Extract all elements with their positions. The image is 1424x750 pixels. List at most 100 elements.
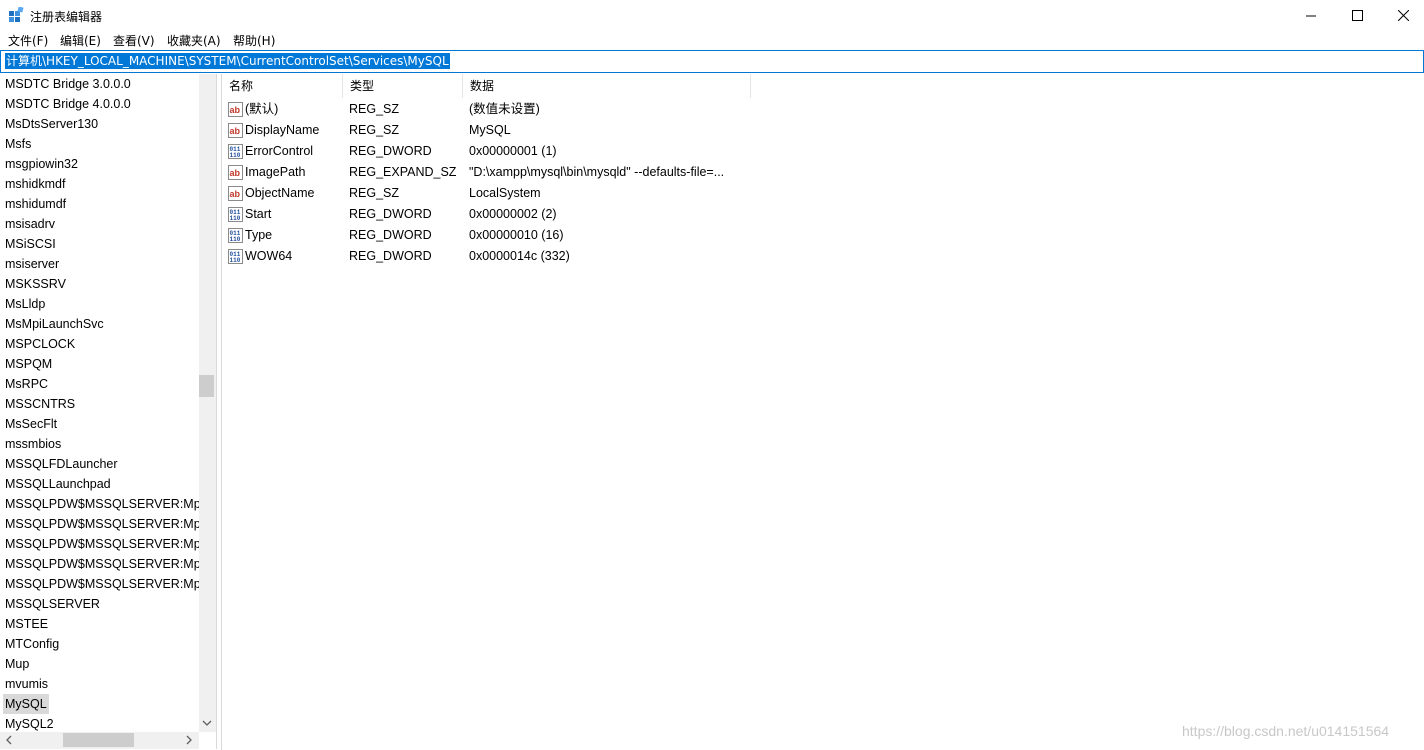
svg-text:110: 110 <box>230 215 241 222</box>
tree-item[interactable]: Mup <box>3 654 31 674</box>
tree-item[interactable]: msiserver <box>3 254 61 274</box>
tree-item[interactable]: MSKSSRV <box>3 274 68 294</box>
column-header-type[interactable]: 类型 <box>343 74 463 98</box>
value-type: REG_DWORD <box>349 207 432 221</box>
tree-item[interactable]: mshidumdf <box>3 194 68 214</box>
column-header-name[interactable]: 名称 <box>222 74 343 98</box>
value-row[interactable]: 011 110 Type REG_DWORD 0x00000010 (16) <box>222 225 822 246</box>
tree-item[interactable]: MSTEE <box>3 614 50 634</box>
value-type: REG_EXPAND_SZ <box>349 165 457 179</box>
tree-item[interactable]: MSPCLOCK <box>3 334 77 354</box>
address-bar[interactable]: 计算机\HKEY_LOCAL_MACHINE\SYSTEM\CurrentCon… <box>0 50 1424 73</box>
tree-item[interactable]: MTConfig <box>3 634 61 654</box>
menu-favorites[interactable]: 收藏夹(A) <box>167 32 221 49</box>
value-row[interactable]: 011 110 Start REG_DWORD 0x00000002 (2) <box>222 204 822 225</box>
regedit-app-icon <box>9 7 24 22</box>
value-type: REG_DWORD <box>349 228 432 242</box>
value-data: MySQL <box>469 123 511 137</box>
key-tree-panel: MSDTC Bridge 3.0.0.0 MSDTC Bridge 4.0.0.0… <box>0 74 217 749</box>
tree-item[interactable]: MSDTC Bridge 3.0.0.0 <box>3 74 133 94</box>
value-row[interactable]: ab ObjectName REG_SZ LocalSystem <box>222 183 822 204</box>
string-value-icon: ab <box>228 102 243 117</box>
tree-item[interactable]: msgpiowin32 <box>3 154 80 174</box>
tree-item[interactable]: Msfs <box>3 134 33 154</box>
value-name: ImagePath <box>245 165 306 179</box>
svg-text:ab: ab <box>230 168 241 178</box>
tree-item[interactable]: MSSQLPDW$MSSQLSERVER:Mpp <box>3 534 199 554</box>
svg-text:ab: ab <box>230 189 241 199</box>
scroll-down-arrow-icon[interactable] <box>201 717 213 729</box>
value-data: 0x00000010 (16) <box>469 228 564 242</box>
value-type: REG_SZ <box>349 123 400 137</box>
tree-item[interactable]: MSSQLPDW$MSSQLSERVER:Mpp <box>3 514 199 534</box>
tree-item[interactable]: MsMpiLaunchSvc <box>3 314 106 334</box>
scroll-right-arrow-icon[interactable] <box>183 734 195 746</box>
tree-item[interactable]: mvumis <box>3 674 50 694</box>
tree-horizontal-scroll-thumb[interactable] <box>63 733 134 747</box>
tree-horizontal-scrollbar[interactable] <box>0 732 199 749</box>
value-data: 0x00000002 (2) <box>469 207 557 221</box>
key-tree: MSDTC Bridge 3.0.0.0 MSDTC Bridge 4.0.0.0… <box>0 74 199 732</box>
tree-vertical-scrollbar[interactable] <box>199 74 216 732</box>
tree-item[interactable]: MSSQLFDLauncher <box>3 454 120 474</box>
tree-item[interactable]: MsSecFlt <box>3 414 59 434</box>
maximize-button[interactable] <box>1334 0 1380 30</box>
tree-item[interactable]: MySQL2 <box>3 714 56 732</box>
value-row[interactable]: 011 110 WOW64 REG_DWORD 0x0000014c (332) <box>222 246 822 267</box>
value-name: ObjectName <box>245 186 315 200</box>
tree-item[interactable]: MSDTC Bridge 4.0.0.0 <box>3 94 133 114</box>
scroll-left-arrow-icon[interactable] <box>3 734 15 746</box>
value-data: "D:\xampp\mysql\bin\mysqld" --defaults-f… <box>469 165 725 179</box>
value-name: DisplayName <box>245 123 320 137</box>
menu-view[interactable]: 查看(V) <box>113 32 155 49</box>
close-button[interactable] <box>1380 0 1424 30</box>
value-data: (数值未设置) <box>469 102 540 116</box>
tree-item[interactable]: MySQL <box>3 694 49 714</box>
tree-item[interactable]: msisadrv <box>3 214 57 234</box>
menu-edit[interactable]: 编辑(E) <box>60 32 101 49</box>
values-panel: 名称 类型 数据 ab (默认) REG_SZ (数值未设置) ab DisplayNam… <box>221 74 1424 750</box>
close-icon <box>1397 9 1409 21</box>
menu-help[interactable]: 帮助(H) <box>233 32 275 49</box>
value-row[interactable]: 011 110 ErrorControl REG_DWORD 0x00000001 (1… <box>222 141 822 162</box>
window-title: 注册表编辑器 <box>30 10 103 24</box>
svg-text:110: 110 <box>230 236 241 243</box>
minimize-button[interactable] <box>1288 0 1334 30</box>
string-value-icon: ab <box>228 186 243 201</box>
tree-item[interactable]: MsLldp <box>3 294 47 314</box>
menu-file[interactable]: 文件(F) <box>8 32 48 49</box>
tree-item[interactable]: MsRPC <box>3 374 50 394</box>
value-type: REG_SZ <box>349 186 400 200</box>
value-row[interactable]: ab ImagePath REG_EXPAND_SZ "D:\xampp\mysql\… <box>222 162 822 183</box>
svg-text:110: 110 <box>230 152 241 159</box>
value-row[interactable]: ab (默认) REG_SZ (数值未设置) <box>222 99 822 120</box>
tree-item[interactable]: mshidkmdf <box>3 174 67 194</box>
tree-item[interactable]: MSSQLPDW$MSSQLSERVER:Mpp <box>3 494 199 514</box>
tree-item[interactable]: MSSQLSERVER <box>3 594 102 614</box>
value-name: Start <box>245 207 272 221</box>
tree-vertical-scroll-thumb[interactable] <box>199 375 214 397</box>
column-header-data[interactable]: 数据 <box>463 74 751 98</box>
value-type: REG_SZ <box>349 102 400 116</box>
value-type: REG_DWORD <box>349 144 432 158</box>
tree-item[interactable]: MsDtsServer130 <box>3 114 100 134</box>
tree-item[interactable]: mssmbios <box>3 434 63 454</box>
svg-text:ab: ab <box>230 126 241 136</box>
tree-item[interactable]: MSSCNTRS <box>3 394 77 414</box>
address-path[interactable]: 计算机\HKEY_LOCAL_MACHINE\SYSTEM\CurrentCon… <box>5 53 450 69</box>
watermark: https://blog.csdn.net/u014151564 <box>1182 723 1390 739</box>
tree-item[interactable]: MSSQLPDW$MSSQLSERVER:Mpp <box>3 554 199 574</box>
menu-bar: 文件(F) 编辑(E) 查看(V) 收藏夹(A) 帮助(H) <box>0 30 1424 50</box>
value-name: (默认) <box>245 102 279 116</box>
tree-item[interactable]: MSSQLLaunchpad <box>3 474 113 494</box>
binary-value-icon: 011 110 <box>228 249 243 264</box>
tree-item[interactable]: MSSQLPDW$MSSQLSERVER:Mpp <box>3 574 199 594</box>
value-type: REG_DWORD <box>349 249 432 263</box>
tree-item[interactable]: MSPQM <box>3 354 54 374</box>
value-row[interactable]: ab DisplayName REG_SZ MySQL <box>222 120 822 141</box>
maximize-icon <box>1351 9 1363 21</box>
tree-item[interactable]: MSiSCSI <box>3 234 58 254</box>
value-data: 0x00000001 (1) <box>469 144 557 158</box>
string-value-icon: ab <box>228 123 243 138</box>
value-data: LocalSystem <box>469 186 541 200</box>
